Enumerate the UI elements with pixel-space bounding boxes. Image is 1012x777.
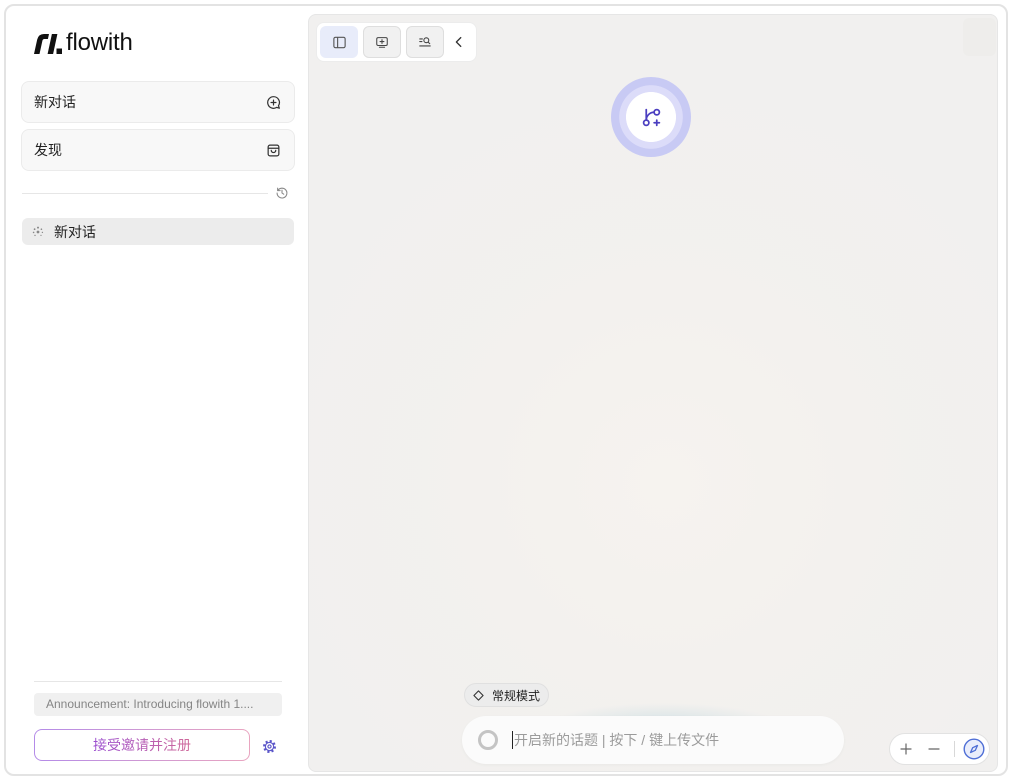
- sidebar: flowith 新对话 发现 新对话 Announcement: Introdu…: [0, 0, 304, 777]
- ring-icon[interactable]: [478, 730, 498, 750]
- loading-dots-icon: [32, 226, 44, 238]
- toggle-sidebar-button[interactable]: [320, 26, 358, 58]
- discover-label: 发现: [34, 142, 62, 158]
- mode-label: 常规模式: [492, 688, 541, 703]
- chat-plus-icon: [266, 95, 281, 110]
- search-nodes-button[interactable]: [406, 26, 444, 58]
- new-chat-label: 新对话: [34, 94, 76, 110]
- canvas-corner-button[interactable]: [963, 18, 996, 56]
- add-box-icon: [376, 37, 388, 48]
- discover-button[interactable]: 发现: [21, 129, 295, 171]
- history-item-active[interactable]: 新对话: [22, 218, 294, 245]
- compass-icon[interactable]: [963, 738, 985, 760]
- add-node-button[interactable]: [363, 26, 401, 58]
- bag-icon: [266, 143, 281, 158]
- new-chat-button[interactable]: 新对话: [21, 81, 295, 123]
- diamond-icon: [473, 689, 484, 701]
- topic-input[interactable]: [513, 716, 828, 764]
- mode-selector[interactable]: 常规模式: [464, 683, 549, 707]
- search-list-icon: [419, 37, 431, 47]
- zoom-in-icon[interactable]: [899, 742, 913, 756]
- zoom-divider: [954, 741, 955, 757]
- flow-canvas[interactable]: 常规模式: [308, 14, 998, 772]
- announcement-banner[interactable]: Announcement: Introducing flowith 1....: [34, 693, 282, 716]
- accept-invite-register-button[interactable]: 接受邀请并注册: [34, 729, 250, 761]
- flowith-logo-icon: [34, 34, 62, 54]
- invite-label: 接受邀请并注册: [93, 737, 191, 753]
- logo-text: flowith: [66, 29, 133, 56]
- branch-plus-icon: [642, 108, 660, 126]
- collapse-toolbar-button[interactable]: [449, 26, 469, 58]
- root-node[interactable]: [611, 77, 691, 157]
- history-divider: [22, 193, 268, 194]
- footer-divider: [34, 681, 282, 682]
- gear-icon[interactable]: [262, 739, 277, 754]
- zoom-controls: [889, 733, 990, 765]
- canvas-toolbar: [316, 22, 477, 62]
- chevron-left-icon: [455, 36, 462, 48]
- sidebar-panel-icon: [332, 36, 346, 48]
- zoom-out-icon[interactable]: [927, 742, 941, 756]
- composer-bar: [462, 716, 844, 764]
- history-item-label: 新对话: [54, 223, 96, 240]
- history-icon[interactable]: [275, 186, 289, 200]
